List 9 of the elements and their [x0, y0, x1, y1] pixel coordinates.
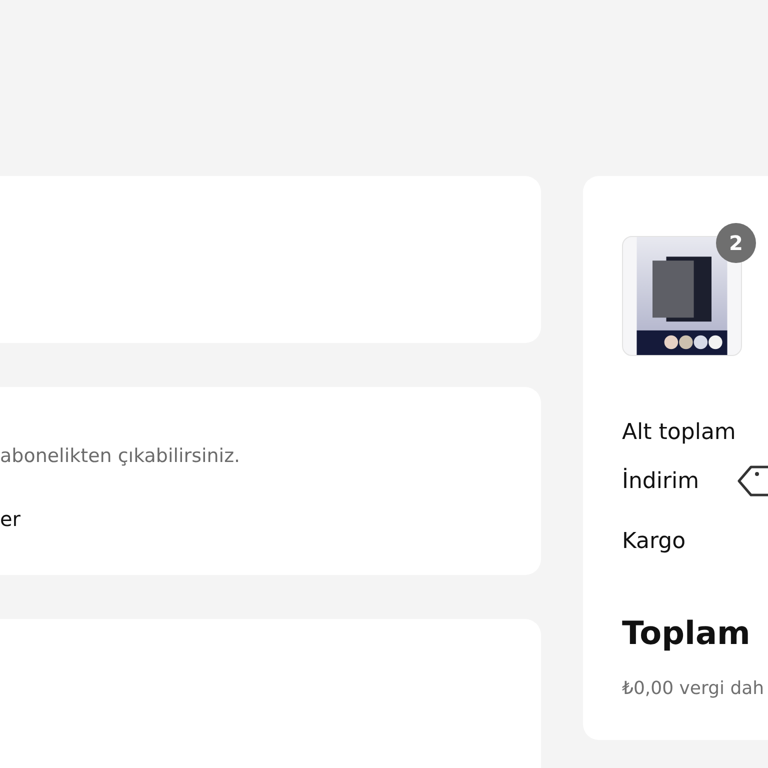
summary-label: Kargo [622, 528, 686, 554]
summary-label: İndirim [622, 468, 700, 494]
tag-icon [737, 464, 768, 498]
total-label: Toplam [622, 614, 752, 652]
option-label: er [0, 507, 22, 532]
tax-note: ₺0,00 vergi dah [622, 678, 766, 699]
quantity-badge: 2 [716, 223, 756, 263]
summary-label: Alt toplam [622, 420, 736, 444]
subscription-note: abonelikten çıkabilirsiniz. [0, 445, 242, 468]
